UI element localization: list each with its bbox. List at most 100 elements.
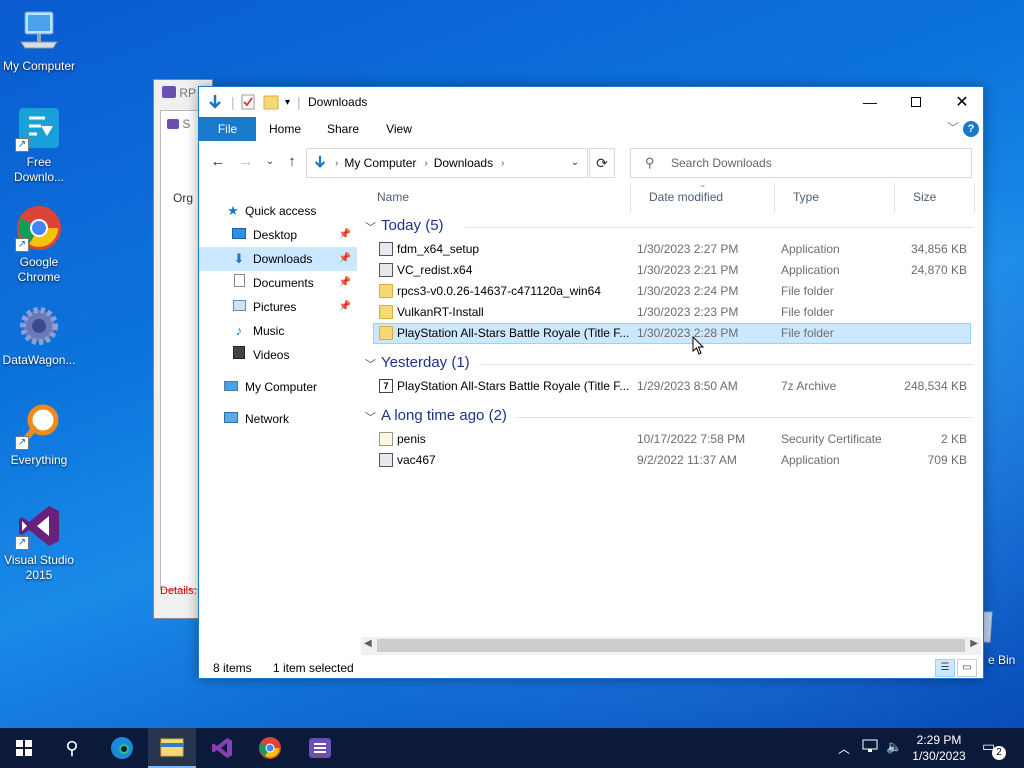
selection-count: 1 item selected (273, 661, 354, 675)
chevron-down-icon: ⌄ (570, 157, 580, 168)
group-divider (481, 364, 973, 365)
file-explorer-window[interactable]: | ▾ | Downloads — ✕ File Home Share View… (198, 86, 984, 679)
system-clock[interactable]: 2:29 PM 1/30/2023 (906, 732, 972, 764)
network-tray-icon[interactable] (862, 739, 878, 768)
back-button[interactable]: ← (207, 151, 229, 173)
file-row[interactable]: fdm_x64_setup 1/30/2023 2:27 PM Applicat… (373, 239, 971, 260)
tab-share[interactable]: Share (319, 117, 367, 141)
nav-desktop[interactable]: Desktop 📌 (199, 223, 357, 247)
column-header-date-modified[interactable]: Date modified (631, 183, 775, 213)
taskbar-file-explorer[interactable] (148, 728, 196, 768)
desktop-icon-everything[interactable]: ↗ Everything (0, 402, 78, 468)
taskbar-edge[interactable] (98, 728, 146, 768)
folder-icon (160, 738, 184, 757)
nav-videos[interactable]: Videos (199, 343, 357, 367)
installer-icon (379, 263, 393, 277)
taskbar-visual-studio[interactable] (198, 728, 246, 768)
scroll-right-icon[interactable]: ▶ (970, 638, 978, 649)
close-icon: ✕ (955, 94, 969, 111)
group-header-today[interactable]: ﹀ Today (5) (365, 215, 973, 239)
start-button[interactable] (0, 728, 48, 768)
nav-downloads[interactable]: ⬇ Downloads 📌 (199, 247, 357, 271)
desktop-icon-datawagon[interactable]: DataWagon... (0, 302, 78, 368)
pin-icon[interactable]: 📌 (339, 223, 351, 247)
organize-button[interactable]: Org (173, 191, 193, 205)
show-hidden-icons-button[interactable]: ︿ (838, 740, 850, 768)
address-history-dropdown[interactable]: ⌄ (563, 149, 587, 177)
nav-my-computer[interactable]: My Computer (199, 375, 357, 399)
desktop-icon-google-chrome[interactable]: ↗ Google Chrome (0, 204, 78, 285)
desktop-icon-free-download-manager[interactable]: ↗ Free Downlo... (0, 104, 78, 185)
tab-file[interactable]: File (199, 117, 256, 141)
desktop-icon-label: Visual Studio 2015 (4, 553, 74, 582)
volume-icon[interactable]: 🔈 (886, 739, 902, 768)
search-input[interactable]: ⚲ Search Downloads (630, 148, 972, 178)
file-row[interactable]: rpcs3-v0.0.26-14637-c471120a_win64 1/30/… (373, 281, 971, 302)
nav-network[interactable]: Network (199, 407, 357, 431)
download-arrow-icon (207, 94, 223, 113)
file-row[interactable]: VulkanRT-Install 1/30/2023 2:23 PM File … (373, 302, 971, 323)
customize-toolbar-icon[interactable]: ▾ (285, 97, 290, 108)
tab-home[interactable]: Home (261, 117, 309, 141)
column-header-size[interactable]: Size (895, 183, 975, 213)
certificate-icon (379, 432, 393, 446)
folder-icon (379, 326, 393, 340)
breadcrumb-downloads[interactable]: Downloads (434, 156, 493, 170)
group-header-long-ago[interactable]: ﹀ A long time ago (2) (365, 405, 973, 429)
maximize-button[interactable] (893, 87, 939, 117)
properties-icon[interactable] (241, 94, 255, 113)
desktop-icon-my-computer[interactable]: My Computer (0, 8, 78, 74)
rpcs3-icon (309, 738, 331, 758)
group-header-yesterday[interactable]: ﹀ Yesterday (1) (365, 352, 973, 376)
file-row[interactable]: penis 10/17/2022 7:58 PM Security Certif… (373, 429, 971, 450)
scroll-left-icon[interactable]: ◀ (364, 638, 372, 649)
breadcrumb-my-computer[interactable]: My Computer (344, 156, 416, 170)
minimize-button[interactable]: — (847, 87, 893, 117)
address-bar[interactable]: › My Computer › Downloads › ⌄ (306, 148, 588, 178)
refresh-button[interactable]: ⟳ (589, 148, 615, 178)
pin-icon[interactable]: 📌 (339, 295, 351, 319)
horizontal-scrollbar[interactable]: ◀ ▶ (361, 637, 981, 655)
up-button[interactable]: ↑ (281, 151, 303, 173)
visual-studio-icon (212, 738, 232, 758)
desktop-icon-visual-studio[interactable]: ↗ Visual Studio 2015 (0, 502, 78, 583)
file-row[interactable]: VC_redist.x64 1/30/2023 2:21 PM Applicat… (373, 260, 971, 281)
file-row-selected[interactable]: PlayStation All-Stars Battle Royale (Tit… (373, 323, 971, 344)
pin-icon[interactable]: 📌 (339, 247, 351, 271)
nav-documents[interactable]: Documents 📌 (199, 271, 357, 295)
pin-icon[interactable]: 📌 (339, 271, 351, 295)
search-button[interactable]: ⚲ (48, 728, 96, 768)
breadcrumb-separator-icon: › (335, 157, 339, 169)
installer-icon (379, 242, 393, 256)
expand-ribbon-icon[interactable]: ﹀ (947, 119, 959, 136)
new-folder-icon[interactable] (263, 94, 279, 113)
nav-music[interactable]: ♪ Music (199, 319, 357, 343)
large-icons-view-button[interactable]: ▭ (957, 659, 977, 677)
recent-locations-button[interactable]: ⌄ (259, 151, 281, 173)
action-center-button[interactable]: ▭ 2 (982, 738, 1006, 760)
close-button[interactable]: ✕ (939, 87, 985, 117)
file-row[interactable]: vac467 9/2/2022 11:37 AM Application 709… (373, 450, 971, 471)
details-view-button[interactable]: ☰ (935, 659, 955, 677)
nav-pictures[interactable]: Pictures 📌 (199, 295, 357, 319)
taskbar-chrome[interactable] (246, 728, 294, 768)
breadcrumb-separator-icon: › (424, 157, 428, 169)
download-manager-icon: ↗ (15, 104, 63, 152)
forward-button[interactable]: → (235, 151, 257, 173)
scrollbar-thumb[interactable] (377, 639, 965, 652)
refresh-icon: ⟳ (596, 155, 608, 171)
column-header-type[interactable]: Type (775, 183, 895, 213)
desktop-icon-recycle-bin[interactable]: e Bin (981, 606, 1018, 667)
file-row[interactable]: 7 PlayStation All-Stars Battle Royale (T… (373, 376, 971, 397)
search-icon: ⚲ (645, 155, 655, 170)
film-icon (231, 343, 247, 367)
details-label: Details: (160, 585, 197, 597)
column-header-name[interactable]: Name (359, 183, 631, 213)
shortcut-arrow-icon: ↗ (15, 238, 29, 252)
taskbar-rpcs3[interactable] (296, 728, 344, 768)
7z-archive-icon: 7 (379, 379, 393, 393)
help-icon[interactable]: ? (963, 121, 979, 137)
tab-view[interactable]: View (375, 117, 423, 141)
nav-quick-access[interactable]: ★ Quick access (199, 199, 357, 223)
folder-icon (379, 284, 393, 298)
